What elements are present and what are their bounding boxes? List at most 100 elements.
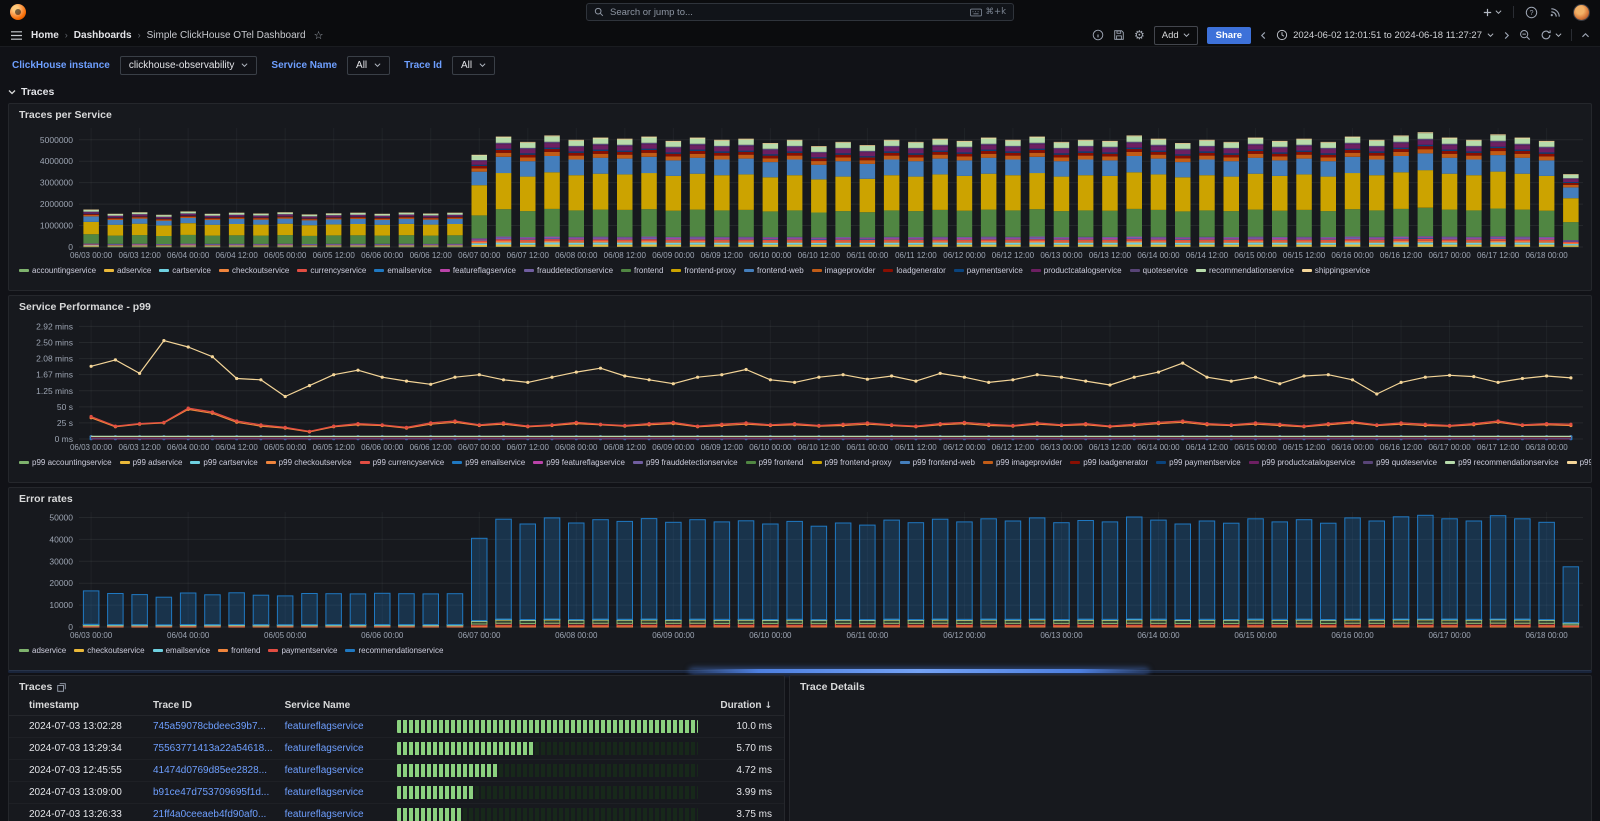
dashboard-settings-gear-icon[interactable]: ⚙: [1134, 28, 1145, 42]
legend-item[interactable]: shippingservice: [1302, 266, 1370, 275]
column-header-timestamp[interactable]: timestamp: [9, 696, 147, 716]
variable-value-dropdown[interactable]: clickhouse-observability: [120, 56, 258, 75]
table-row[interactable]: 2024-07-03 13:09:00b91ce47d753709695f1d.…: [9, 782, 784, 804]
trace-id-link[interactable]: 75563771413a22a54618...: [153, 743, 273, 754]
time-range-forward-icon[interactable]: [1503, 31, 1510, 40]
save-dashboard-icon[interactable]: [1113, 29, 1125, 41]
trace-id-link[interactable]: 745a59078cbdeec39b7...: [153, 721, 266, 732]
table-row[interactable]: 2024-07-03 13:29:3475563771413a22a54618.…: [9, 738, 784, 760]
legend-item[interactable]: p99 shippingservice: [1567, 458, 1591, 467]
breadcrumb-dashboards[interactable]: Dashboards: [74, 30, 132, 41]
time-range-back-icon[interactable]: [1260, 31, 1267, 40]
legend-item[interactable]: p99 frontend-web: [900, 458, 975, 467]
grafana-logo[interactable]: [10, 4, 26, 20]
table-row[interactable]: 2024-07-03 12:45:5541474d0769d85ee2828..…: [9, 760, 784, 782]
variable-value-dropdown[interactable]: All: [452, 56, 495, 75]
menu-icon[interactable]: [10, 30, 23, 41]
legend-item[interactable]: p99 frauddetectionservice: [633, 458, 738, 467]
legend-item[interactable]: p99 accountingservice: [19, 458, 112, 467]
legend-item[interactable]: p99 quoteservice: [1363, 458, 1437, 467]
error-rates-chart[interactable]: 0100002000030000400005000006/03 00:0006/…: [9, 506, 1591, 642]
legend-item[interactable]: p99 imageprovider: [983, 458, 1062, 467]
service-name-link[interactable]: featureflagservice: [285, 787, 364, 798]
traces-per-service-chart[interactable]: 01000000200000030000004000000500000006/0…: [9, 122, 1591, 262]
trace-id-link[interactable]: 41474d0769d85ee2828...: [153, 765, 267, 776]
zoom-out-icon[interactable]: [1519, 29, 1531, 41]
breadcrumb-home[interactable]: Home: [31, 30, 59, 41]
service-performance-chart[interactable]: 0 ms25 s50 s1.25 mins1.67 mins2.08 mins2…: [9, 314, 1591, 454]
panel-title[interactable]: Trace Details: [790, 676, 1591, 694]
legend-item[interactable]: featureflagservice: [440, 266, 516, 275]
legend-item[interactable]: adservice: [19, 646, 66, 655]
legend-item[interactable]: adservice: [104, 266, 151, 275]
trace-id-link[interactable]: 21ff4a0ceeaeb4fd90af0...: [153, 809, 266, 820]
service-name-link[interactable]: featureflagservice: [285, 765, 364, 776]
share-button[interactable]: Share: [1207, 27, 1251, 44]
add-new-button[interactable]: [1482, 7, 1502, 18]
legend-item[interactable]: p99 paymentservice: [1156, 458, 1241, 467]
panel-title[interactable]: Traces: [9, 676, 784, 694]
table-row[interactable]: 2024-07-03 13:26:3321ff4a0ceeaeb4fd90af0…: [9, 804, 784, 821]
legend-item[interactable]: currencyservice: [297, 266, 366, 275]
service-name-link[interactable]: featureflagservice: [285, 809, 364, 820]
collapse-toolbar-icon[interactable]: [1581, 32, 1590, 39]
legend-item[interactable]: paymentservice: [954, 266, 1023, 275]
scrollbar-thumb[interactable]: [690, 669, 1148, 673]
user-avatar[interactable]: [1573, 4, 1590, 21]
variable-label[interactable]: ClickHouse instance: [8, 57, 114, 74]
service-name-link[interactable]: featureflagservice: [285, 721, 364, 732]
legend-item[interactable]: checkoutservice: [219, 266, 289, 275]
legend-item[interactable]: recommendationservice: [345, 646, 443, 655]
variable-label[interactable]: Service Name: [267, 57, 341, 74]
panel-title[interactable]: Traces per Service: [9, 104, 1591, 122]
legend-item[interactable]: p99 adservice: [120, 458, 183, 467]
time-range-picker[interactable]: 2024-06-02 12:01:51 to 2024-06-18 11:27:…: [1276, 29, 1494, 41]
column-header-duration[interactable]: Duration↓: [704, 696, 784, 716]
service-name-link[interactable]: featureflagservice: [285, 743, 364, 754]
column-header-service-name[interactable]: Service Name: [279, 696, 391, 716]
legend-item[interactable]: p99 cartservice: [190, 458, 257, 467]
legend-item[interactable]: quoteservice: [1130, 266, 1188, 275]
panel-title[interactable]: Service Performance - p99: [9, 296, 1591, 314]
trace-id-link[interactable]: b91ce47d753709695f1d...: [153, 787, 269, 798]
legend-color-swatch: [1567, 461, 1577, 464]
legend-item[interactable]: p99 frontend-proxy: [812, 458, 892, 467]
legend-item[interactable]: emailservice: [374, 266, 431, 275]
legend-item[interactable]: cartservice: [159, 266, 211, 275]
refresh-icon[interactable]: [1540, 29, 1562, 41]
legend-item[interactable]: p99 productcatalogservice: [1249, 458, 1355, 467]
column-header-trace-id[interactable]: Trace ID: [147, 696, 279, 716]
favorite-star-icon[interactable]: ☆: [314, 29, 324, 42]
variable-label[interactable]: Trace Id: [400, 57, 446, 74]
news-icon[interactable]: [1549, 6, 1562, 19]
legend-item[interactable]: p99 loadgenerator: [1070, 458, 1148, 467]
row-traces-header[interactable]: Traces: [8, 83, 1592, 100]
legend-item[interactable]: frontend: [218, 646, 260, 655]
legend-item[interactable]: p99 currencyservice: [360, 458, 445, 467]
add-button[interactable]: Add: [1154, 26, 1198, 45]
legend-item[interactable]: frauddetectionservice: [524, 266, 613, 275]
table-row[interactable]: 2024-07-03 13:02:28745a59078cbdeec39b7..…: [9, 716, 784, 738]
legend-item[interactable]: frontend-proxy: [671, 266, 736, 275]
legend-item[interactable]: paymentservice: [268, 646, 337, 655]
panel-title[interactable]: Error rates: [9, 488, 1591, 506]
legend-item[interactable]: p99 frontend: [746, 458, 804, 467]
legend-item[interactable]: loadgenerator: [883, 266, 945, 275]
legend-item[interactable]: recommendationservice: [1196, 266, 1294, 275]
legend-item[interactable]: p99 recommendationservice: [1445, 458, 1559, 467]
legend-item[interactable]: accountingservice: [19, 266, 96, 275]
legend-item[interactable]: emailservice: [153, 646, 210, 655]
help-icon[interactable]: ?: [1525, 6, 1538, 19]
legend-item[interactable]: imageprovider: [812, 266, 876, 275]
variable-value-dropdown[interactable]: All: [347, 56, 390, 75]
search-input[interactable]: Search or jump to... ⌘+k: [586, 3, 1014, 21]
legend-item[interactable]: productcatalogservice: [1031, 266, 1122, 275]
legend-item[interactable]: p99 featureflagservice: [533, 458, 625, 467]
legend-item[interactable]: frontend-web: [744, 266, 804, 275]
panel-link-icon[interactable]: [57, 683, 66, 692]
legend-item[interactable]: checkoutservice: [74, 646, 144, 655]
legend-item[interactable]: frontend: [621, 266, 663, 275]
legend-item[interactable]: p99 checkoutservice: [266, 458, 352, 467]
legend-item[interactable]: p99 emailservice: [452, 458, 525, 467]
dashboard-insights-icon[interactable]: [1092, 29, 1104, 41]
